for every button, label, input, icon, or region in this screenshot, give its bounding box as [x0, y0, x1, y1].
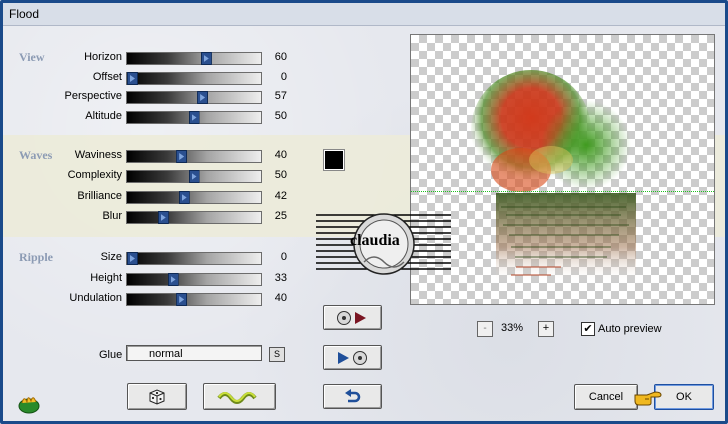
row-label-height: Height: [90, 272, 122, 284]
load-preset-button[interactable]: [323, 305, 382, 330]
blur-value[interactable]: 25: [265, 210, 287, 222]
row-label-brilliance: Brilliance: [77, 190, 122, 202]
horizon-slider[interactable]: [126, 52, 262, 65]
brilliance-slider[interactable]: [126, 191, 262, 204]
app-logo: [17, 391, 41, 415]
app-leaf-icon: [18, 397, 40, 414]
size-slider[interactable]: [126, 252, 262, 265]
complexity-slider-thumb[interactable]: [188, 170, 200, 183]
watermark-text: claudia: [350, 232, 400, 249]
perspective-slider-thumb[interactable]: [197, 91, 209, 104]
row-label-blur: Blur: [102, 210, 122, 222]
flood-dialog: Flood View Horizon 60 Offset 0 Perspecti…: [0, 0, 728, 424]
perspective-value[interactable]: 57: [265, 90, 287, 102]
horizon-slider-thumb[interactable]: [200, 52, 212, 65]
row-label-perspective: Perspective: [64, 90, 122, 102]
glue-settings-button[interactable]: S: [269, 347, 285, 362]
altitude-slider[interactable]: [126, 111, 262, 124]
undulation-slider-thumb[interactable]: [176, 293, 188, 306]
horizon-line[interactable]: [411, 191, 714, 192]
waviness-value[interactable]: 40: [265, 149, 287, 161]
perspective-slider[interactable]: [126, 91, 262, 104]
wave-icon: [216, 391, 257, 404]
row-label-horizon: Horizon: [84, 51, 122, 63]
altitude-slider-thumb[interactable]: [188, 111, 200, 124]
row-label-complexity: Complexity: [67, 169, 122, 181]
window-title: Flood: [9, 7, 40, 21]
glue-select[interactable]: normal: [126, 345, 262, 361]
watermark-logo: claudia: [316, 212, 451, 277]
zoom-in-button[interactable]: +: [538, 321, 554, 337]
pointing-hand: [633, 387, 663, 407]
ok-button[interactable]: OK: [654, 384, 714, 410]
offset-slider-thumb[interactable]: [127, 72, 138, 85]
complexity-slider[interactable]: [126, 170, 262, 183]
blur-slider-thumb[interactable]: [157, 211, 169, 224]
size-value[interactable]: 0: [265, 251, 287, 263]
auto-preview-label[interactable]: Auto preview: [598, 323, 662, 335]
zoom-out-button[interactable]: -: [477, 321, 493, 337]
randomize-button[interactable]: [127, 383, 187, 410]
dice-icon: [149, 388, 165, 405]
zoom-level: 33%: [501, 322, 524, 334]
cancel-button-label: Cancel: [588, 391, 624, 403]
reset-button[interactable]: [323, 384, 382, 409]
row-label-altitude: Altitude: [85, 110, 122, 122]
offset-value[interactable]: 0: [265, 71, 287, 83]
waviness-slider[interactable]: [126, 150, 262, 163]
undo-icon: [344, 388, 360, 402]
wave-color-swatch[interactable]: [323, 149, 345, 171]
offset-slider[interactable]: [126, 72, 262, 85]
disc-play-icon: [336, 310, 366, 325]
play-disc-icon: [337, 350, 367, 365]
preview-image: [471, 70, 636, 283]
wave-toggle-button[interactable]: [203, 383, 276, 410]
auto-preview-checkbox[interactable]: ✔: [581, 322, 595, 336]
undulation-slider[interactable]: [126, 293, 262, 306]
ok-button-label: OK: [676, 391, 692, 403]
row-label-offset: Offset: [92, 71, 122, 83]
size-slider-thumb[interactable]: [127, 252, 138, 265]
row-label-undulation: Undulation: [69, 292, 122, 304]
row-label-waviness: Waviness: [74, 149, 122, 161]
row-label-size: Size: [100, 251, 122, 263]
undulation-value[interactable]: 40: [265, 292, 287, 304]
brilliance-value[interactable]: 42: [265, 190, 287, 202]
preview-canvas[interactable]: [410, 34, 715, 305]
horizon-value[interactable]: 60: [265, 51, 287, 63]
brilliance-slider-thumb[interactable]: [178, 191, 190, 204]
glue-label: Glue: [99, 349, 123, 361]
waviness-slider-thumb[interactable]: [176, 150, 188, 163]
pointing-hand-icon: [634, 391, 662, 406]
title-bar: Flood: [3, 3, 725, 26]
altitude-value[interactable]: 50: [265, 110, 287, 122]
save-preset-button[interactable]: [323, 345, 382, 370]
height-value[interactable]: 33: [265, 272, 287, 284]
complexity-value[interactable]: 50: [265, 169, 287, 181]
cancel-button[interactable]: Cancel: [574, 384, 638, 410]
height-slider-thumb[interactable]: [167, 273, 179, 286]
height-slider[interactable]: [126, 273, 262, 286]
blur-slider[interactable]: [126, 211, 262, 224]
